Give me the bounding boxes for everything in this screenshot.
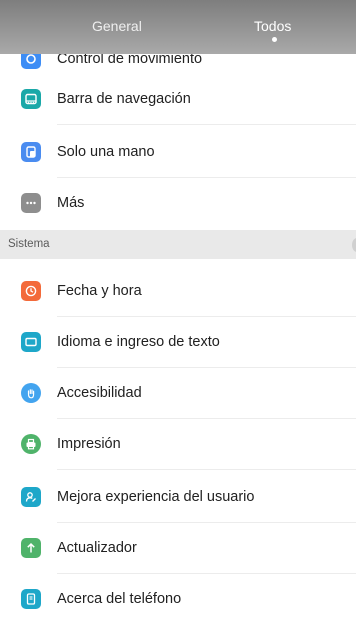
keyboard-icon xyxy=(21,332,41,352)
list-item-label: Accesibilidad xyxy=(57,385,142,401)
more-icon xyxy=(21,193,41,213)
hand-icon xyxy=(21,383,41,403)
active-tab-indicator xyxy=(272,37,277,42)
list-item-label: Fecha y hora xyxy=(57,283,142,299)
list-item-updater[interactable]: Actualizador xyxy=(0,523,356,573)
tab-general[interactable]: General xyxy=(92,17,142,35)
tab-bar: General Todos xyxy=(0,0,356,54)
section-header-sistema: Sistema xyxy=(0,230,356,259)
list-item-language-input[interactable]: Idioma e ingreso de texto xyxy=(0,317,356,367)
printer-icon xyxy=(21,434,41,454)
list-item-printing[interactable]: Impresión xyxy=(0,419,356,469)
list-item-label: Barra de navegación xyxy=(57,91,191,107)
list-item-about-phone[interactable]: Acerca del teléfono xyxy=(0,574,356,624)
navigation-bar-icon xyxy=(21,89,41,109)
list-item-label: Mejora experiencia del usuario xyxy=(57,489,255,505)
scroll-indicator xyxy=(352,238,356,252)
list-item-accessibility[interactable]: Accesibilidad xyxy=(0,368,356,418)
list-item-label: Idioma e ingreso de texto xyxy=(57,334,220,350)
list-item-label: Solo una mano xyxy=(57,144,155,160)
divider xyxy=(57,469,356,470)
list-item-label: Acerca del teléfono xyxy=(57,591,182,607)
list-item-label: Más xyxy=(57,195,85,211)
user-experience-icon xyxy=(21,487,41,507)
list-item-date-time[interactable]: Fecha y hora xyxy=(0,266,356,316)
list-item-more[interactable]: Más xyxy=(0,178,356,228)
section-title: Sistema xyxy=(8,238,50,250)
arrow-up-icon xyxy=(21,538,41,558)
divider xyxy=(57,124,356,125)
list-item-one-hand[interactable]: Solo una mano xyxy=(0,127,356,177)
tab-todos[interactable]: Todos xyxy=(254,17,291,35)
list-item-user-experience[interactable]: Mejora experiencia del usuario xyxy=(0,472,356,522)
one-hand-icon xyxy=(21,142,41,162)
list-item-label: Actualizador xyxy=(57,540,137,556)
clock-icon xyxy=(21,281,41,301)
list-item-navigation-bar[interactable]: Barra de navegación xyxy=(0,74,356,124)
phone-info-icon xyxy=(21,589,41,609)
list-item-label: Impresión xyxy=(57,436,121,452)
